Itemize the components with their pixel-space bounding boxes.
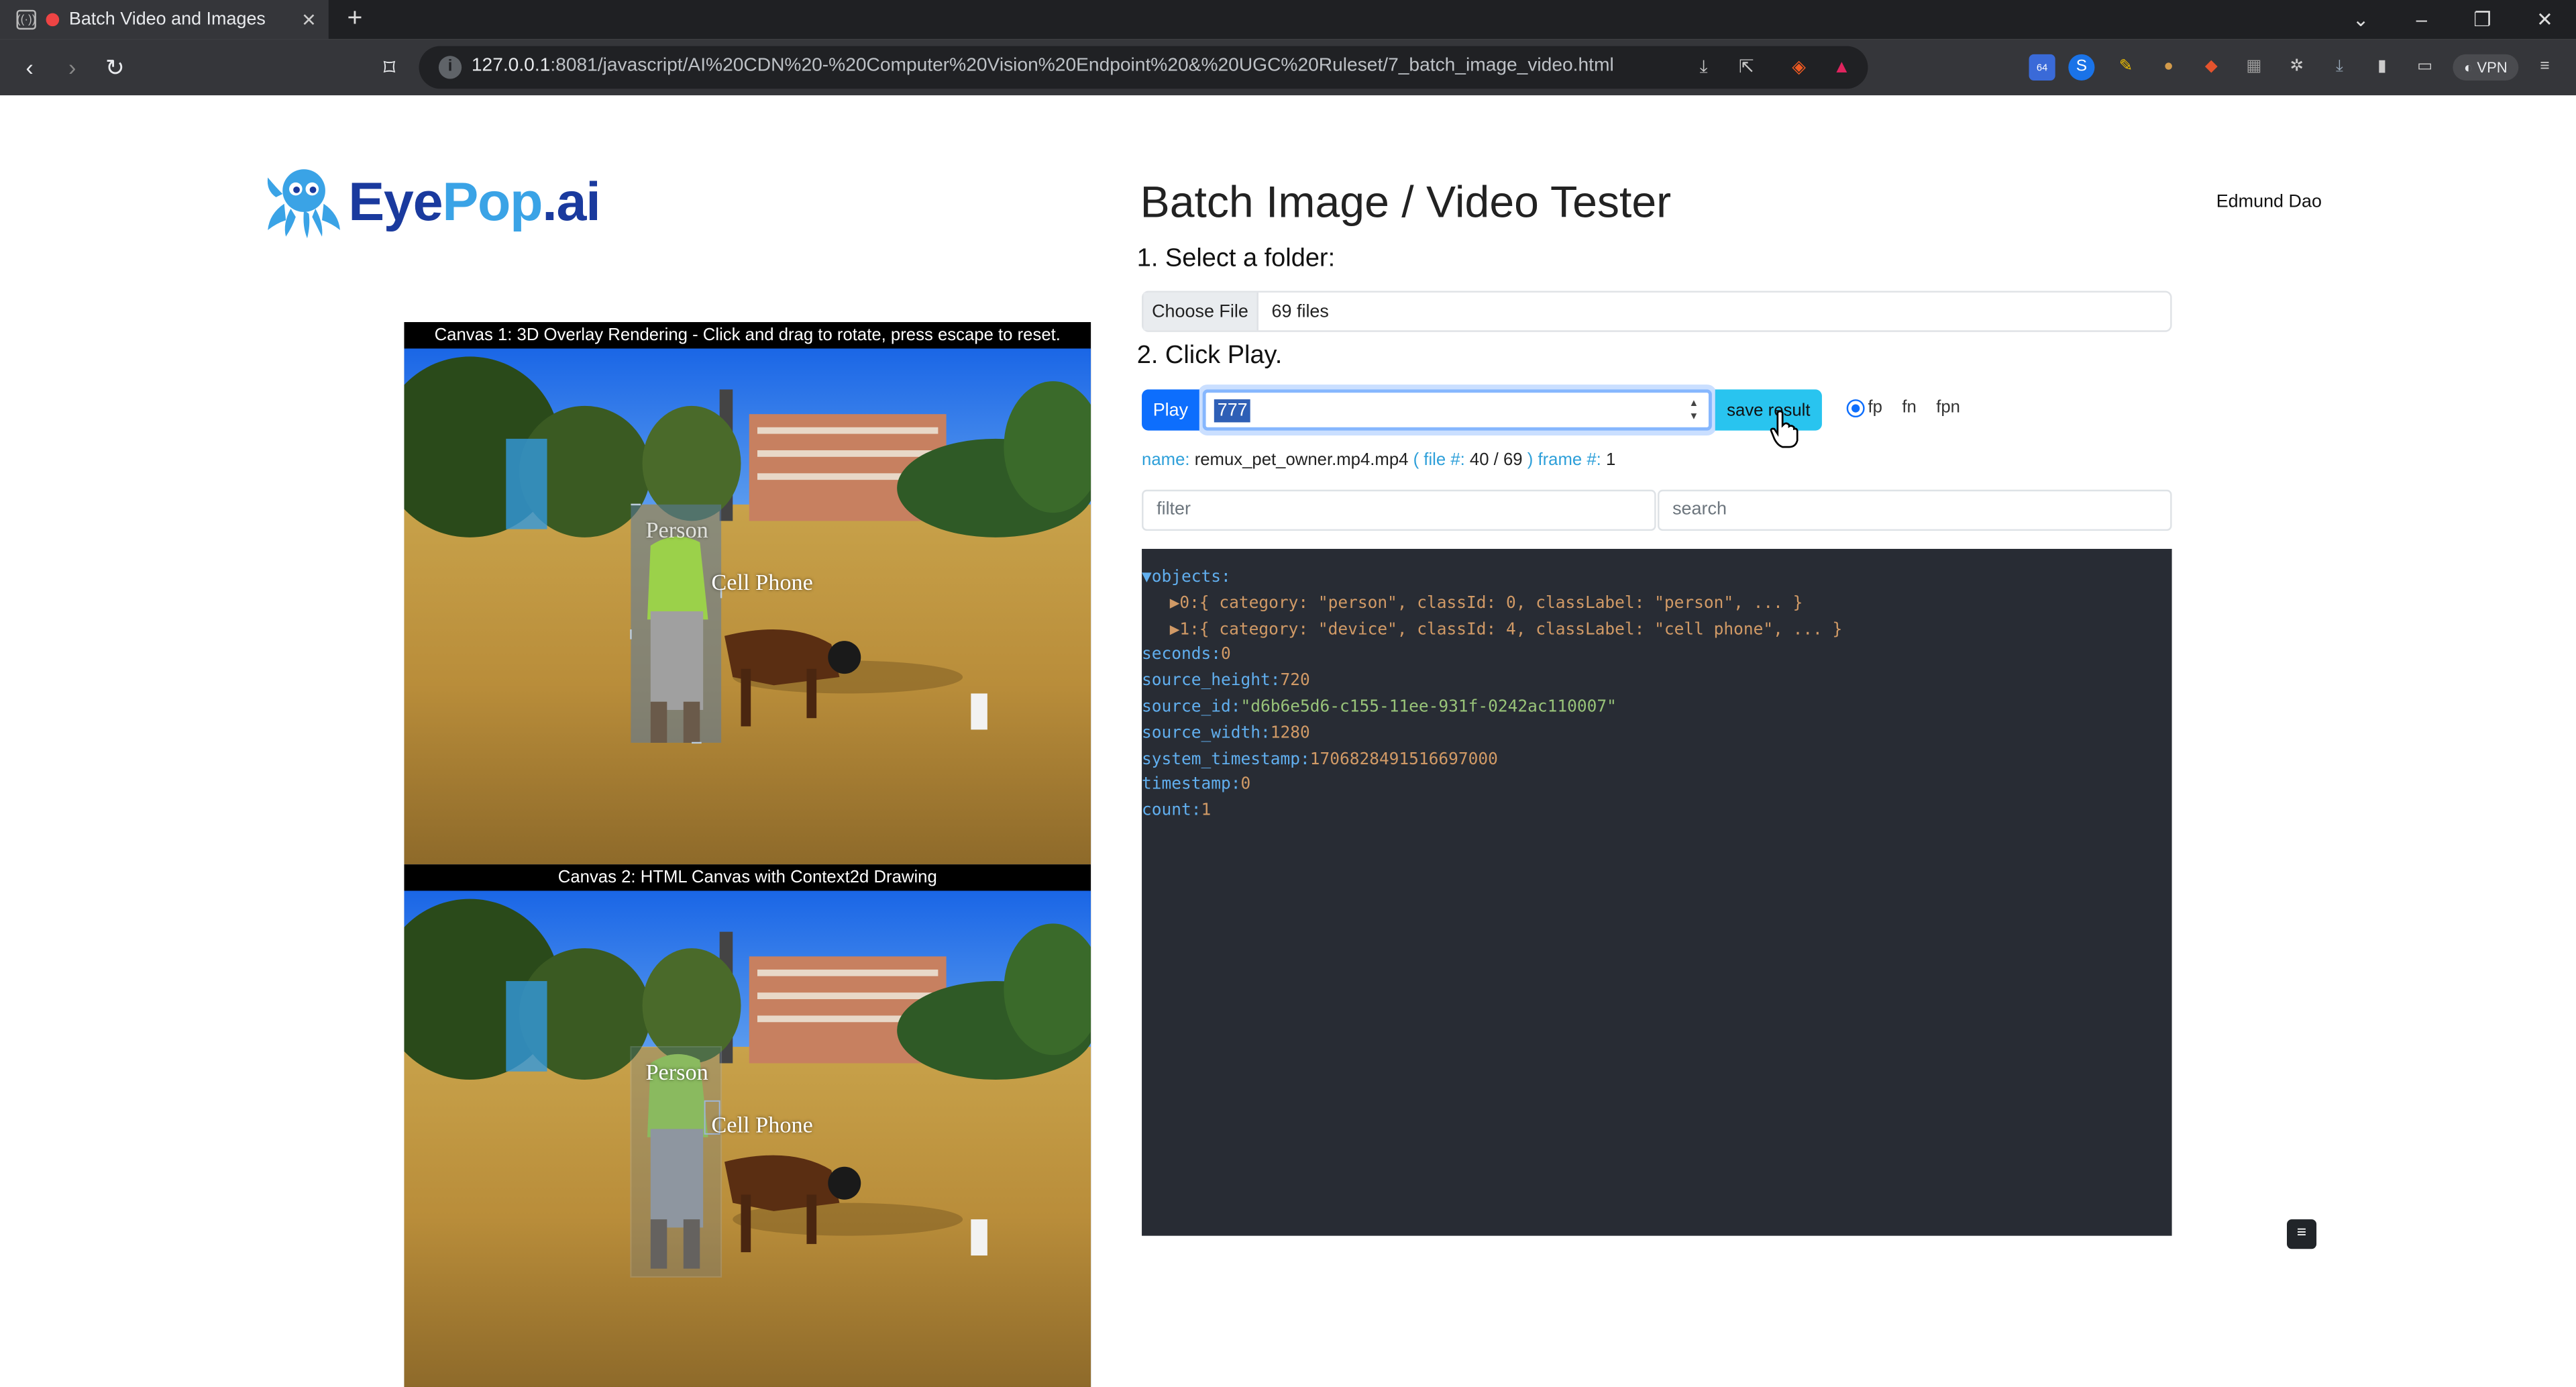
frame-number-value: 777 bbox=[1214, 399, 1251, 423]
json-source-id: source_id:"d6b6e5d6-c155-11ee-931f-0242a… bbox=[1142, 698, 1617, 717]
canvas-1-3d-overlay[interactable]: Canvas 1: 3D Overlay Rendering - Click a… bbox=[404, 322, 1091, 865]
address-bar[interactable]: i 127.0.0.1:8081/javascript/AI%20CDN%20-… bbox=[419, 46, 1868, 89]
user-name[interactable]: Edmund Dao bbox=[2216, 193, 2322, 212]
json-source-height: source_height:720 bbox=[1142, 672, 1310, 691]
octopus-logo-icon bbox=[263, 164, 345, 240]
canvas-2-person-label: Person bbox=[645, 1062, 708, 1086]
tab-title: Batch Video and Images bbox=[68, 9, 266, 30]
canvas-2-scene[interactable]: Person Cell Phone bbox=[404, 890, 1091, 1387]
step-1-heading: 1. Select a folder: bbox=[1136, 244, 1336, 273]
canvas-2-caption: Canvas 2: HTML Canvas with Context2d Dra… bbox=[557, 868, 937, 888]
menu-toggle-button[interactable]: ≡ bbox=[2287, 1219, 2317, 1249]
brave-shield-icon[interactable]: ◈ bbox=[1786, 54, 1812, 81]
json-source-width: source_width:1280 bbox=[1142, 724, 1310, 743]
download-icon[interactable]: ⤓ bbox=[1690, 54, 1717, 81]
menu-icon[interactable]: ≡ bbox=[2532, 54, 2558, 81]
radio-fp-label: fp bbox=[1868, 397, 1882, 418]
browser-tab[interactable]: ((·)) Batch Video and Images ✕ bbox=[0, 0, 329, 40]
share-icon[interactable]: ⇱ bbox=[1733, 54, 1760, 81]
page-title: Batch Image / Video Tester bbox=[1140, 177, 1672, 227]
canvas-2-context2d[interactable]: Canvas 2: HTML Canvas with Context2d Dra… bbox=[404, 864, 1091, 1387]
bookmark-icon[interactable]: ⌑ bbox=[374, 52, 404, 82]
new-tab-button[interactable]: + bbox=[340, 5, 370, 34]
save-result-button[interactable]: save result bbox=[1715, 389, 1822, 431]
tab-search-icon[interactable]: ⌄ bbox=[2328, 0, 2394, 40]
tab-close-icon[interactable]: ✕ bbox=[296, 9, 322, 30]
browser-tab-bar: ((·)) Batch Video and Images ✕ + ⌄ – ❐ ✕ bbox=[0, 0, 2576, 40]
json-object-0[interactable]: ▶0:{ category: "person", classId: 0, cla… bbox=[1142, 591, 2172, 617]
json-objects-key[interactable]: ▼objects: bbox=[1142, 565, 2172, 591]
eyepop-logo[interactable]: EyePop.ai bbox=[263, 164, 601, 240]
frame-number-input[interactable]: 777 ▲ ▼ bbox=[1202, 389, 1712, 431]
url-text[interactable]: 127.0.0.1:8081/javascript/AI%20CDN%20-%2… bbox=[472, 56, 1614, 75]
json-count: count:1 bbox=[1142, 802, 1212, 821]
result-type-radio-group: fp fn fpn bbox=[1846, 397, 1980, 418]
play-button[interactable]: Play bbox=[1142, 389, 1199, 431]
filter-input[interactable]: filter bbox=[1142, 489, 1656, 531]
wallet-icon[interactable]: ▭ bbox=[2412, 54, 2438, 81]
logo-text: EyePop.ai bbox=[348, 170, 601, 232]
json-result-viewer: ▼objects: ▶0:{ category: "person", class… bbox=[1142, 548, 2172, 1236]
extension-icon[interactable]: 64 bbox=[2029, 54, 2055, 81]
json-timestamp: timestamp:0 bbox=[1142, 776, 1251, 794]
pencil-icon[interactable]: ✎ bbox=[2112, 54, 2139, 81]
choose-file-button[interactable]: Choose File bbox=[1143, 292, 1258, 331]
extension-grid-icon[interactable]: ▦ bbox=[2241, 54, 2267, 81]
current-file-info: name: remux_pet_owner.mp4.mp4 ( file #: … bbox=[1142, 450, 1616, 470]
restore-icon[interactable]: ❐ bbox=[2449, 0, 2515, 40]
radio-fp[interactable] bbox=[1846, 398, 1865, 417]
json-object-1[interactable]: ▶1:{ category: "device", classId: 4, cla… bbox=[1142, 617, 2172, 644]
back-icon[interactable]: ‹ bbox=[15, 52, 44, 82]
radio-fpn-label[interactable]: fpn bbox=[1936, 398, 1960, 417]
json-seconds: seconds:0 bbox=[1142, 646, 1231, 665]
hand-cursor-icon bbox=[1770, 409, 1799, 449]
cookie-icon[interactable]: ● bbox=[2155, 54, 2182, 81]
extension-red-icon[interactable]: ◆ bbox=[2198, 54, 2224, 81]
folder-picker[interactable]: Choose File 69 files bbox=[1142, 291, 2172, 332]
sidebar-icon[interactable]: ▮ bbox=[2369, 54, 2395, 81]
puzzle-icon[interactable]: ✲ bbox=[2284, 54, 2310, 81]
vpn-button[interactable]: ◐ VPN bbox=[2453, 54, 2519, 81]
canvas-2-cellphone-label: Cell Phone bbox=[711, 1114, 813, 1139]
downloads-icon[interactable]: ⤓ bbox=[2326, 54, 2353, 81]
brave-rewards-icon[interactable]: ▲ bbox=[1829, 54, 1855, 81]
search-input[interactable]: search bbox=[1658, 489, 2172, 531]
reload-icon[interactable]: ↻ bbox=[100, 52, 129, 82]
canvas-1-cellphone-label: Cell Phone bbox=[711, 572, 813, 597]
canvas-1-person-label: Person bbox=[645, 519, 708, 544]
number-stepper-icon[interactable]: ▲ ▼ bbox=[1689, 398, 1699, 424]
canvas-1-scene[interactable]: Person Cell Phone bbox=[404, 348, 1091, 865]
close-window-icon[interactable]: ✕ bbox=[2512, 0, 2576, 40]
json-system-timestamp: system_timestamp:1706828491516697000 bbox=[1142, 750, 1498, 769]
canvas-1-caption: Canvas 1: 3D Overlay Rendering - Click a… bbox=[434, 325, 1061, 346]
minimize-icon[interactable]: – bbox=[2389, 0, 2455, 40]
extension-s-icon[interactable]: S bbox=[2068, 54, 2095, 81]
step-2-heading: 2. Click Play. bbox=[1136, 342, 1283, 370]
recording-indicator-icon bbox=[46, 13, 60, 27]
forward-icon[interactable]: › bbox=[58, 52, 87, 82]
site-info-icon[interactable]: i bbox=[438, 56, 462, 79]
radio-fn-label[interactable]: fn bbox=[1902, 398, 1916, 417]
tab-favicon-icon: ((·)) bbox=[16, 9, 36, 30]
selected-files-count: 69 files bbox=[1271, 301, 1329, 321]
